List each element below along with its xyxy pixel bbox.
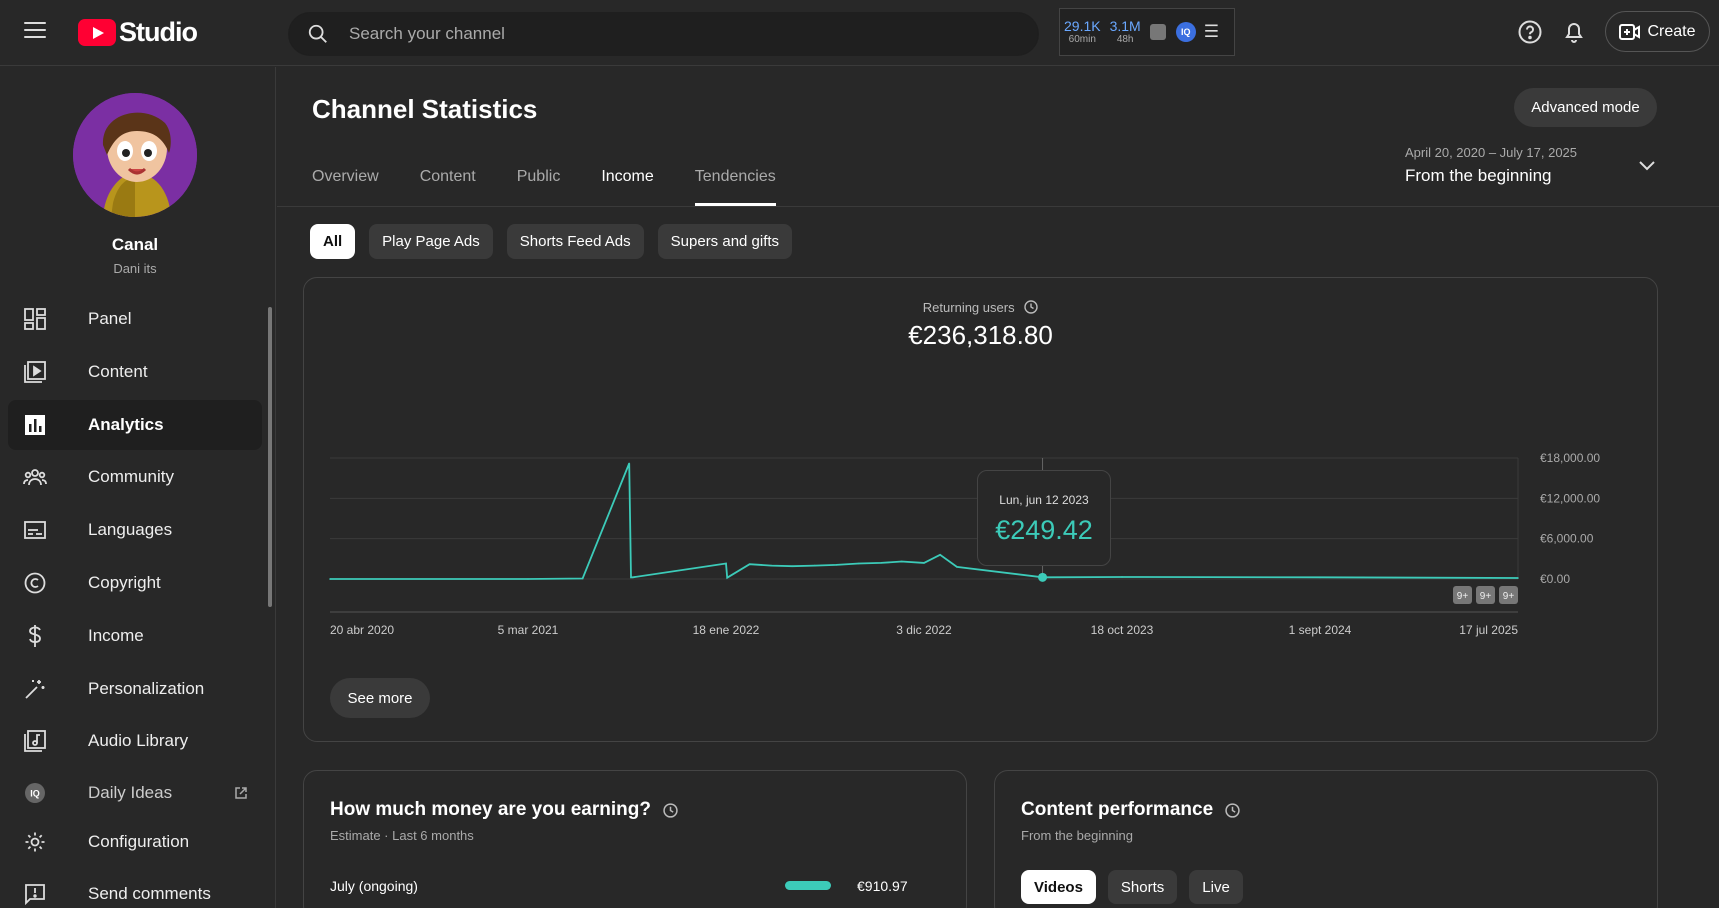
series-point bbox=[939, 554, 941, 556]
tooltip-value: €249.42 bbox=[995, 515, 1093, 545]
performance-card-title: Content performance bbox=[1021, 799, 1214, 820]
series-point bbox=[1517, 577, 1519, 579]
x-tick-label: 18 oct 2023 bbox=[1091, 623, 1154, 637]
clock-icon bbox=[663, 802, 678, 818]
event-badge-label: 9+ bbox=[1503, 591, 1515, 602]
series-point bbox=[632, 576, 634, 579]
series-point bbox=[956, 566, 958, 568]
series-point bbox=[581, 577, 584, 580]
series-point bbox=[858, 562, 860, 565]
x-tick-label: 5 mar 2021 bbox=[498, 623, 559, 637]
x-tick-label: 3 dic 2022 bbox=[896, 623, 952, 637]
hover-point bbox=[1038, 572, 1048, 582]
chip-live[interactable]: Live bbox=[1189, 870, 1243, 904]
y-tick-label: €18,000.00 bbox=[1540, 451, 1600, 465]
earnings-card-subtitle: Estimate · Last 6 months bbox=[330, 828, 474, 843]
event-badge-label: 9+ bbox=[1480, 591, 1492, 602]
series-point bbox=[791, 565, 794, 568]
performance-card-subtitle: From the beginning bbox=[1021, 828, 1134, 843]
earnings-row-bar bbox=[785, 881, 831, 890]
series-point bbox=[1319, 576, 1321, 579]
performance-chips: Videos Shorts Live bbox=[1021, 870, 1255, 904]
series-point bbox=[527, 578, 529, 580]
chart-tooltip: Lun, jun 12 2023 €249.42 bbox=[977, 470, 1111, 566]
y-tick-label: €12,000.00 bbox=[1540, 491, 1600, 505]
series-point bbox=[835, 564, 838, 566]
clock-icon bbox=[1225, 802, 1240, 818]
x-tick-label: 18 ene 2022 bbox=[693, 623, 760, 637]
series-line bbox=[330, 463, 1519, 580]
earnings-card-title-row: How much money are you earning? bbox=[330, 799, 678, 821]
series-point bbox=[630, 576, 632, 579]
content-performance-card: Content performance From the beginning V… bbox=[994, 770, 1658, 908]
series-point bbox=[726, 576, 729, 579]
earnings-card-title: How much money are you earning? bbox=[330, 799, 651, 820]
earnings-row-label: July (ongoing) bbox=[330, 878, 418, 894]
series-point bbox=[770, 564, 773, 567]
series-point bbox=[923, 562, 925, 564]
event-badge-label: 9+ bbox=[1457, 591, 1469, 602]
series-point bbox=[748, 563, 751, 566]
earnings-row-value: €910.97 bbox=[857, 878, 908, 894]
earnings-card: How much money are you earning? Estimate… bbox=[303, 770, 967, 908]
y-tick-label: €0.00 bbox=[1540, 572, 1570, 586]
series-point bbox=[880, 562, 882, 564]
series-point bbox=[329, 578, 331, 580]
series-point bbox=[1121, 576, 1123, 578]
series-point bbox=[628, 462, 630, 465]
series-point bbox=[725, 562, 727, 565]
chip-videos[interactable]: Videos bbox=[1021, 870, 1096, 904]
performance-card-title-row: Content performance bbox=[1021, 799, 1240, 821]
x-tick-label: 20 abr 2020 bbox=[330, 623, 394, 637]
series-point bbox=[900, 560, 903, 563]
tooltip-date: Lun, jun 12 2023 bbox=[999, 493, 1089, 507]
x-tick-label: 17 jul 2025 bbox=[1459, 623, 1518, 637]
x-tick-label: 1 sept 2024 bbox=[1289, 623, 1352, 637]
y-tick-label: €6,000.00 bbox=[1540, 532, 1594, 546]
series-point bbox=[813, 564, 816, 567]
chip-shorts[interactable]: Shorts bbox=[1107, 870, 1178, 904]
